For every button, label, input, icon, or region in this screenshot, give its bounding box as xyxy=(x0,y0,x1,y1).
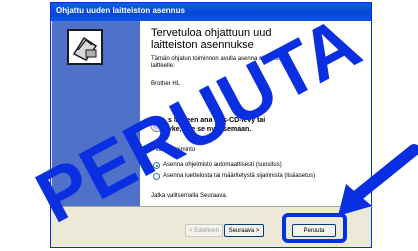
pointer-arrow-icon xyxy=(338,144,418,216)
